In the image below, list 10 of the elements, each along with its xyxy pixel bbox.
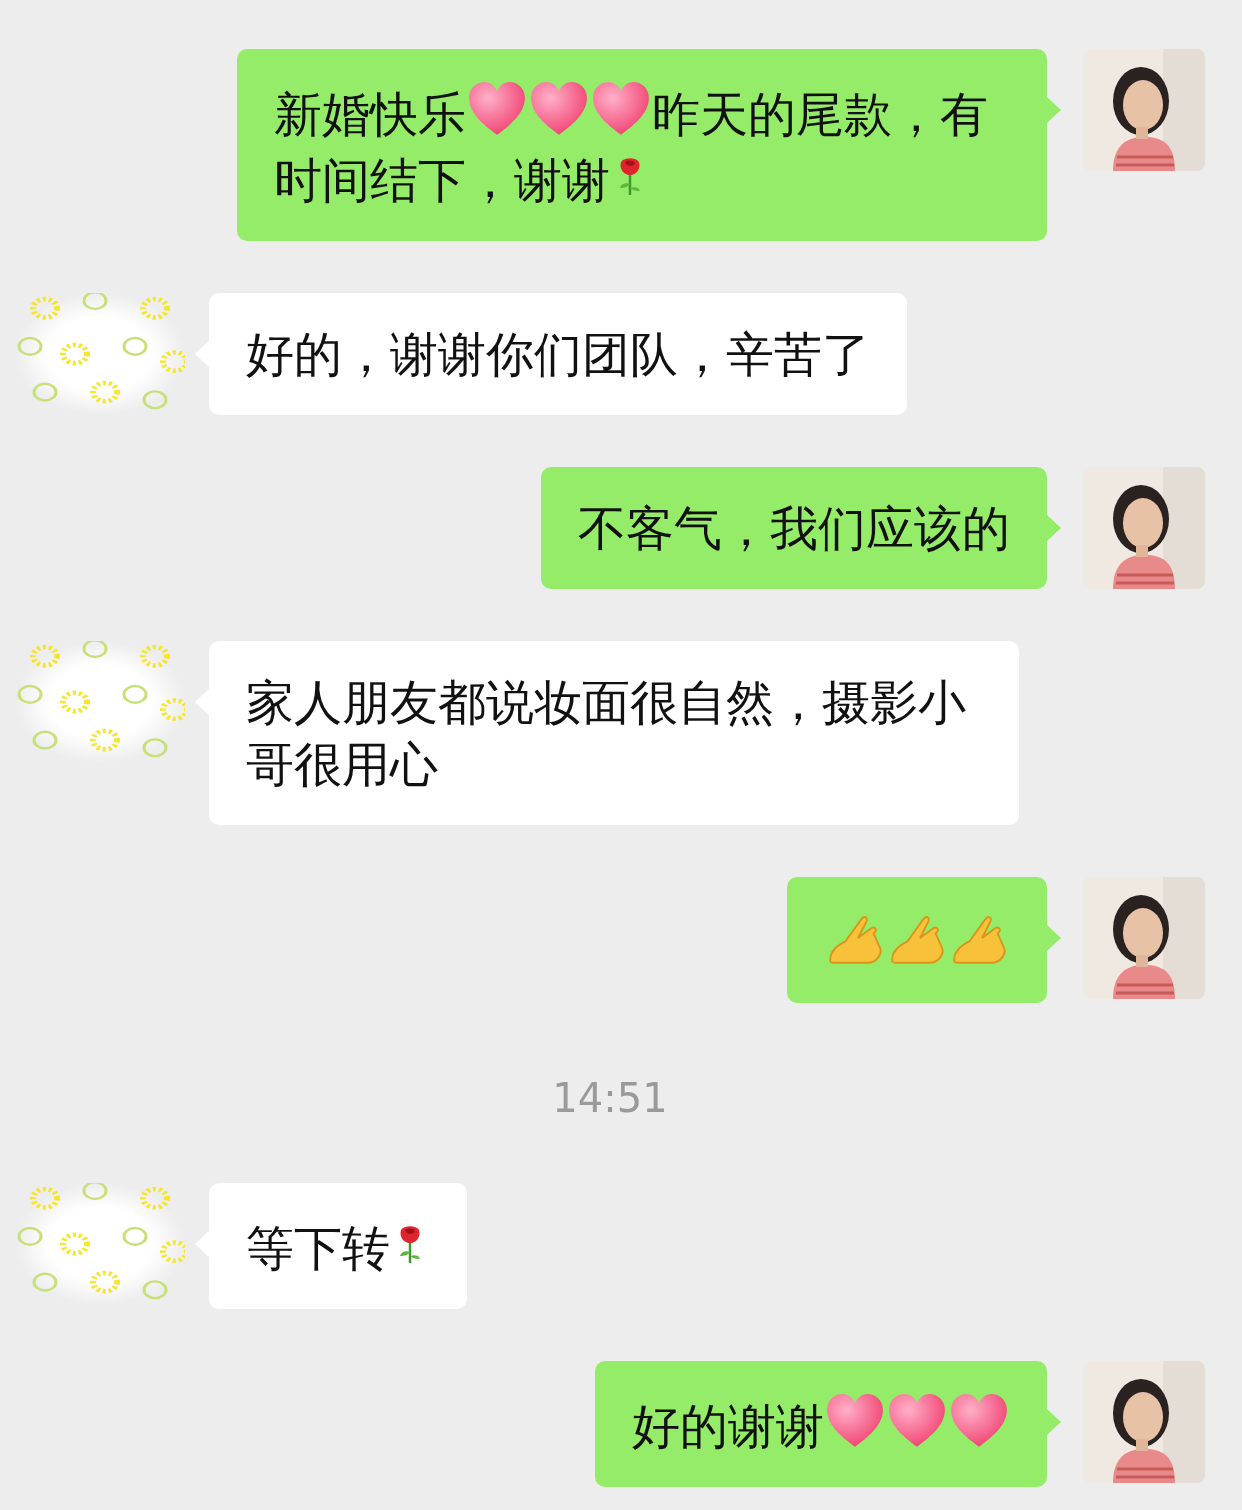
- message-bubble: 好的谢谢: [595, 1361, 1047, 1487]
- timestamp: 14:51: [552, 1075, 668, 1121]
- bubble-tail: [1047, 97, 1061, 123]
- bubble-tail: [1047, 1409, 1061, 1435]
- message-bubble: 好的，谢谢你们团队，辛苦了: [209, 293, 907, 415]
- message-bubble: 等下转: [209, 1183, 467, 1309]
- bubble-tail: [1047, 515, 1061, 541]
- message-bubble: 不客气，我们应该的: [541, 467, 1047, 589]
- message-bubble: 家人朋友都说妆面很自然，摄影小哥很用心: [209, 641, 1019, 825]
- message-bubble: 新婚快乐 昨天的尾款，有时间结下，谢谢: [237, 49, 1047, 241]
